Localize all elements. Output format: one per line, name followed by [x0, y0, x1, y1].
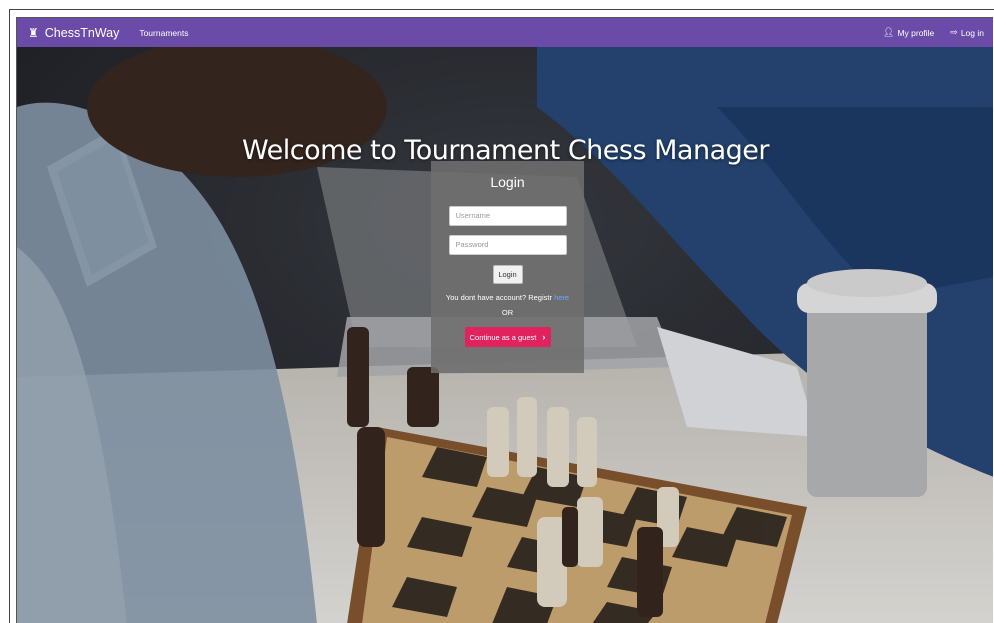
register-prompt-text: You dont have account? Registr — [445, 293, 552, 302]
nav-log-in-label: Log in — [960, 27, 984, 38]
window-border-left — [9, 9, 10, 623]
nav-my-profile[interactable]: 👤︎ My profile — [883, 27, 934, 38]
username-input[interactable]: Username — [448, 206, 567, 226]
register-link[interactable]: here — [554, 293, 569, 302]
guest-button-label: Continue as a guest — [469, 332, 537, 342]
password-placeholder: Password — [455, 240, 489, 249]
user-icon: 👤︎ — [883, 27, 895, 37]
or-divider: OR — [501, 308, 514, 317]
chevron-right-icon: › — [542, 332, 546, 342]
navbar: ♜ ChessTnWay Tournaments 👤︎ My profile ⇨… — [17, 18, 993, 47]
page-frame: ♜ ChessTnWay Tournaments 👤︎ My profile ⇨… — [16, 17, 993, 623]
brand[interactable]: ♜ ChessTnWay — [28, 26, 119, 40]
login-title: Login — [490, 174, 525, 190]
login-button[interactable]: Login — [492, 265, 523, 284]
nav-right: 👤︎ My profile ⇨ Log in — [867, 27, 984, 38]
chess-rook-icon: ♜ — [28, 25, 39, 40]
nav-log-in[interactable]: ⇨ Log in — [950, 27, 984, 38]
login-icon: ⇨ — [950, 27, 958, 37]
window-border-top — [9, 9, 994, 10]
continue-as-guest-button[interactable]: Continue as a guest › — [464, 327, 551, 347]
register-prompt: You dont have account? Registr here — [431, 293, 584, 302]
nav-tournaments[interactable]: Tournaments — [139, 28, 188, 38]
brand-name: ChessTnWay — [44, 25, 120, 40]
login-panel: Login Username Password Login You dont h… — [431, 161, 584, 373]
nav-my-profile-label: My profile — [897, 27, 935, 38]
password-input[interactable]: Password — [448, 235, 567, 255]
username-placeholder: Username — [455, 211, 491, 220]
